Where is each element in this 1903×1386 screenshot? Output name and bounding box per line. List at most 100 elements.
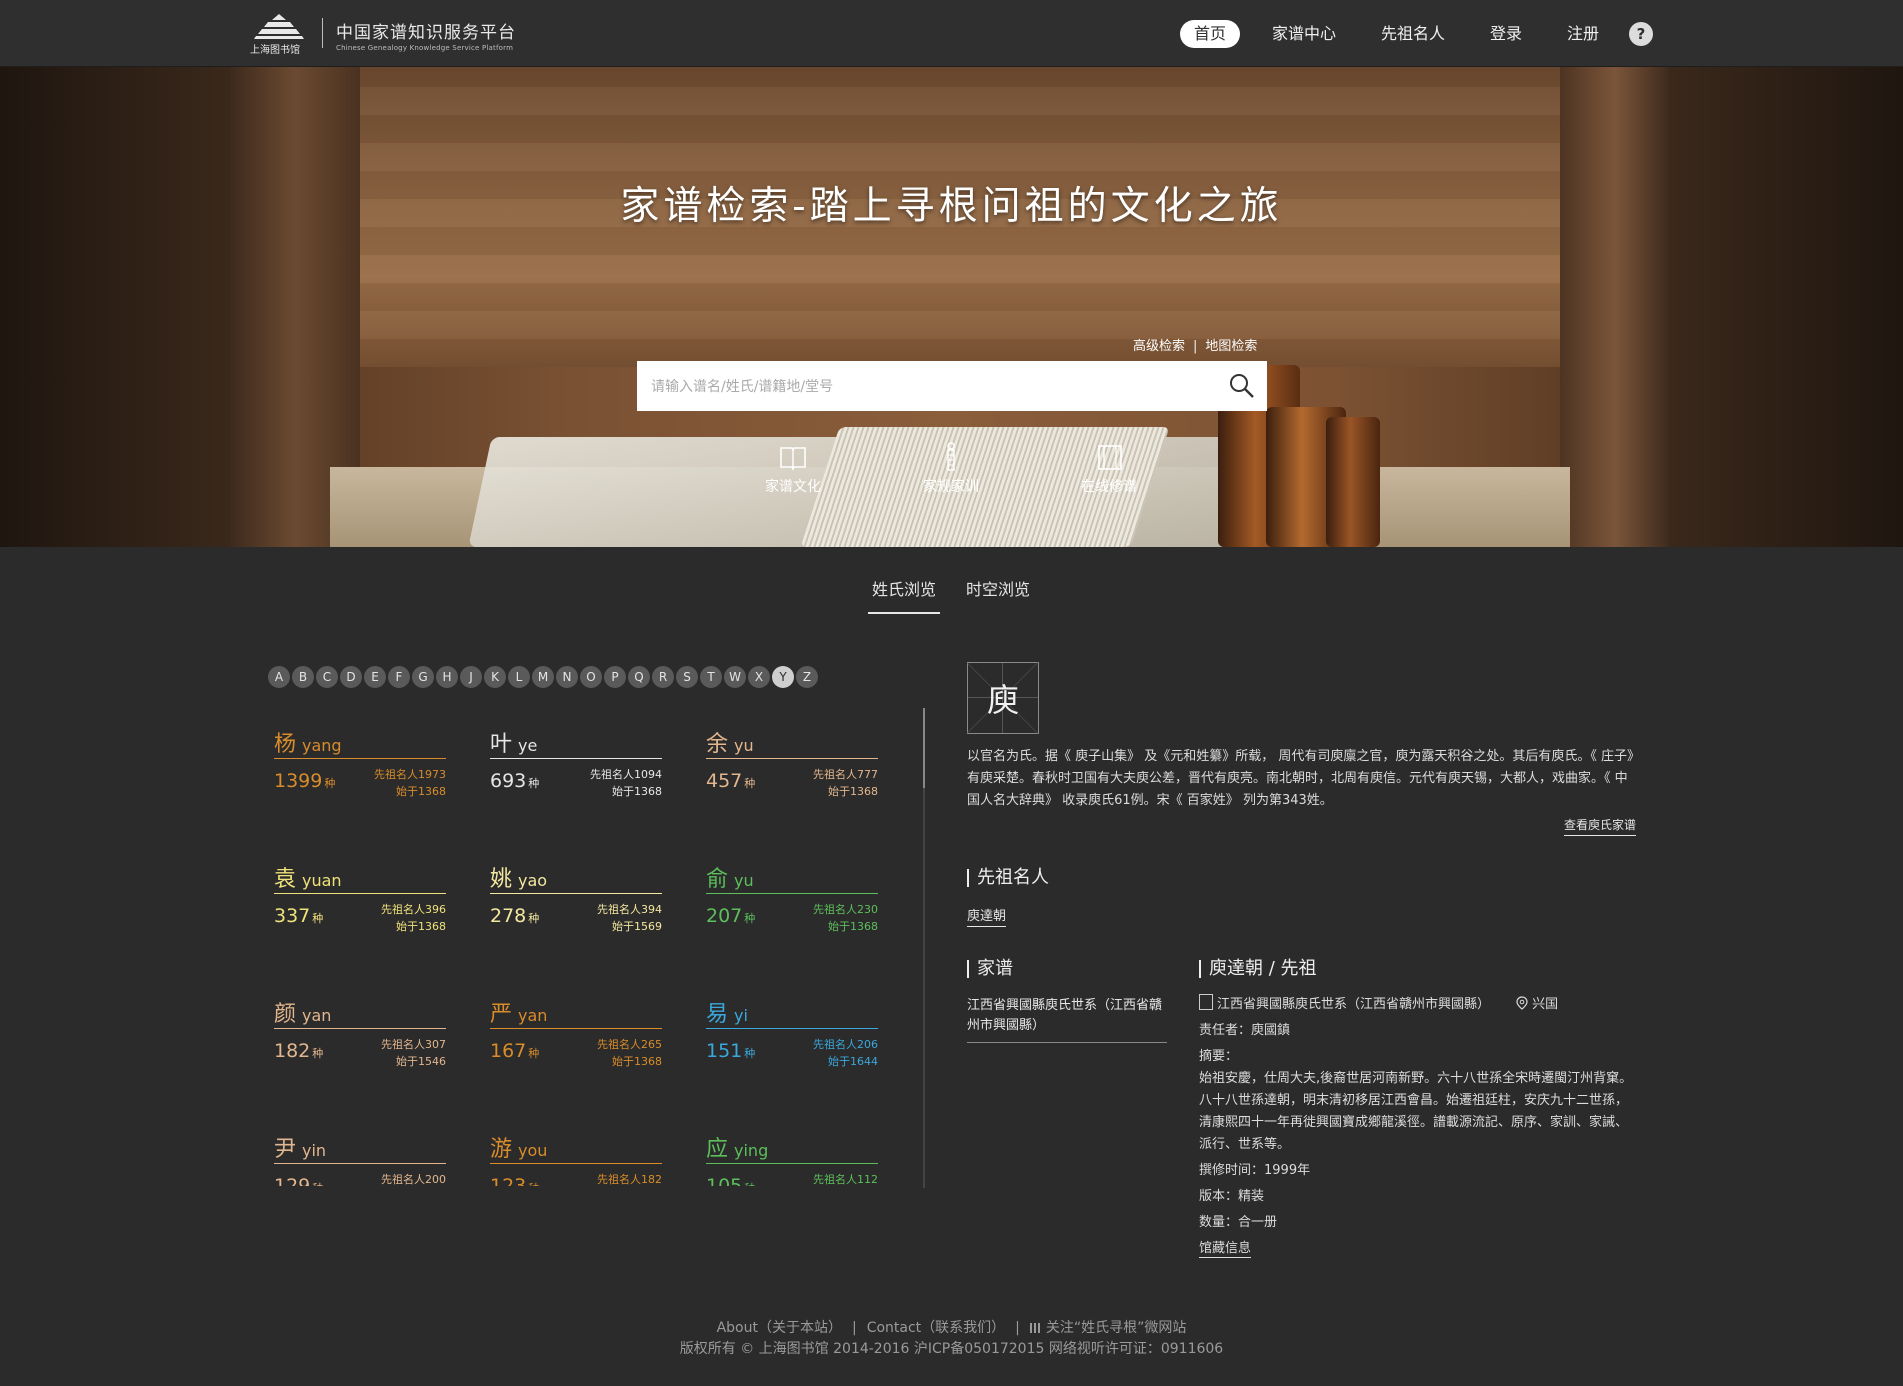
letter-filter-e[interactable]: E (364, 666, 386, 688)
letter-filter-j[interactable]: J (460, 666, 482, 688)
letter-filter-n[interactable]: N (556, 666, 578, 688)
count-unit: 种 (744, 1182, 755, 1186)
surname-pinyin: yi (734, 1006, 748, 1025)
celebrity-count: 先祖名人777 (813, 768, 878, 781)
letter-filter-t[interactable]: T (700, 666, 722, 688)
since-year: 始于1368 (828, 785, 878, 798)
surname-card[interactable]: 袁 yuan 337 种 先祖名人396 始于1368 (268, 841, 446, 951)
letter-filter-y[interactable]: Y (772, 666, 794, 688)
letter-filter-s[interactable]: S (676, 666, 698, 688)
tab-surname-browse[interactable]: 姓氏浏览 (868, 576, 941, 614)
surname-count: 167 种 (490, 1040, 539, 1062)
nav-home[interactable]: 首页 (1180, 20, 1241, 48)
footer-separator: | (1015, 1320, 1020, 1336)
quick-link-label: 在线修谱 (1081, 479, 1137, 495)
quick-link-family-rules[interactable]: 家规家训 (901, 442, 1001, 496)
surname-meta: 先祖名人182 (597, 1171, 662, 1186)
nav-ancestors[interactable]: 先祖名人 (1381, 20, 1445, 48)
surname-pinyin: you (518, 1141, 548, 1160)
search-input[interactable] (649, 361, 1213, 413)
surname-card[interactable]: 严 yan 167 种 先祖名人265 始于1368 (484, 976, 662, 1086)
footer-contact-link[interactable]: Contact（联系我们） (867, 1320, 1005, 1336)
surname-card[interactable]: 俞 yu 207 种 先祖名人230 始于1368 (700, 841, 878, 951)
footer-about-link[interactable]: About（关于本站） (717, 1320, 842, 1336)
hero-bg-left (0, 67, 230, 547)
letter-filter-l[interactable]: L (508, 666, 530, 688)
count-value: 167 (490, 1040, 527, 1062)
card-divider (274, 1028, 446, 1029)
surname-card[interactable]: 颜 yan 182 种 先祖名人307 始于1546 (268, 976, 446, 1086)
svg-text:上海图书馆: 上海图书馆 (250, 43, 300, 56)
surname-card[interactable]: 余 yu 457 种 先祖名人777 始于1368 (700, 706, 878, 816)
quick-link-culture[interactable]: 家谱文化 (743, 442, 843, 496)
surname-char: 易 (706, 1002, 729, 1027)
letter-filter-c[interactable]: C (316, 666, 338, 688)
letter-filter-g[interactable]: G (412, 666, 434, 688)
letter-filter-h[interactable]: H (436, 666, 458, 688)
letter-filter-q[interactable]: Q (628, 666, 650, 688)
surname-card[interactable]: 应 ying 105种 先祖名人112 (700, 1111, 878, 1186)
count-unit: 种 (744, 1047, 756, 1060)
surname-card[interactable]: 游 you 123种 先祖名人182 (484, 1111, 662, 1186)
tab-spacetime-browse[interactable]: 时空浏览 (966, 576, 1030, 612)
advanced-search-link[interactable]: 高级检索 (1133, 339, 1185, 354)
since-year: 始于1368 (396, 920, 446, 933)
letter-filter-x[interactable]: X (748, 666, 770, 688)
map-search-link[interactable]: 地图检索 (1205, 339, 1257, 354)
section-title-ancestors: 先祖名人 (967, 869, 1049, 887)
surname-card[interactable]: 叶 ye 693 种 先祖名人1094 始于1368 (484, 706, 662, 816)
surname-pinyin: yan (518, 1006, 548, 1025)
letter-filter-z[interactable]: Z (796, 666, 818, 688)
letter-filter-d[interactable]: D (340, 666, 362, 688)
letter-filter-k[interactable]: K (484, 666, 506, 688)
link-separator: | (1193, 339, 1198, 354)
scrollbar-thumb[interactable] (923, 708, 925, 788)
count-value: 151 (706, 1040, 743, 1062)
surname-char: 尹 (274, 1137, 297, 1162)
letter-filter-b[interactable]: B (292, 666, 314, 688)
genealogy-list-item[interactable]: 江西省興國縣庾氏世系（江西省贛州市興國縣） (967, 996, 1167, 1043)
nav-login[interactable]: 登录 (1490, 20, 1522, 48)
ancestor-link[interactable]: 庾達朝 (967, 905, 1007, 927)
surname-count: 123种 (490, 1175, 539, 1186)
card-divider (490, 893, 662, 894)
view-surname-genealogy-link[interactable]: 查看庾氏家谱 (1564, 816, 1637, 836)
count-unit: 种 (312, 1047, 324, 1060)
letter-filter-a[interactable]: A (268, 666, 290, 688)
detail-editor: 责任者：庾國鎮 (1199, 1023, 1291, 1038)
surname-card[interactable]: 杨 yang 1399 种 先祖名人1973 始于1368 (268, 706, 446, 816)
celebrity-count: 先祖名人182 (597, 1173, 662, 1186)
site-logo[interactable]: 上海图书馆 中国家谱知识服务平台 Chinese Genealogy Knowl… (248, 10, 528, 56)
footer-follow-link[interactable]: 关注“姓氏寻根”微网站 (1046, 1320, 1187, 1336)
celebrity-count: 先祖名人112 (813, 1173, 878, 1186)
search-icon[interactable] (1227, 371, 1257, 401)
browse-tabs: 姓氏浏览 时空浏览 (0, 576, 1903, 616)
letter-filter-r[interactable]: R (652, 666, 674, 688)
letter-filter-m[interactable]: M (532, 666, 554, 688)
surname-grid-scrollbar[interactable] (923, 708, 925, 1188)
nav-register[interactable]: 注册 (1567, 20, 1599, 48)
holdings-link[interactable]: 馆藏信息 (1199, 1241, 1252, 1258)
top-navbar: 上海图书馆 中国家谱知识服务平台 Chinese Genealogy Knowl… (0, 0, 1903, 67)
surname-count: 105种 (706, 1175, 755, 1186)
letter-filter-p[interactable]: P (604, 666, 626, 688)
surname-glyph: 庾 (986, 681, 1019, 719)
surname-card[interactable]: 易 yi 151 种 先祖名人206 始于1644 (700, 976, 878, 1086)
surname-name: 姚 yao (490, 861, 547, 893)
footer-links: About（关于本站） | Contact（联系我们） | 关注“姓氏寻根”微网站 (0, 1318, 1903, 1339)
letter-filter-w[interactable]: W (724, 666, 746, 688)
nav-genealogy-center[interactable]: 家谱中心 (1272, 20, 1336, 48)
help-icon[interactable]: ? (1629, 22, 1653, 46)
surname-name: 俞 yu (706, 861, 754, 893)
surname-count: 151 种 (706, 1040, 755, 1062)
letter-filter-o[interactable]: O (580, 666, 602, 688)
celebrity-count: 先祖名人265 (597, 1038, 662, 1051)
surname-card[interactable]: 姚 yao 278 种 先祖名人394 始于1569 (484, 841, 662, 951)
surname-card[interactable]: 尹 yin 129种 先祖名人200 (268, 1111, 446, 1186)
celebrity-count: 先祖名人1094 (590, 768, 662, 781)
book-title[interactable]: 江西省興國縣庾氏世系（江西省贛州市興國縣） (1217, 997, 1490, 1012)
surname-char: 袁 (274, 867, 297, 892)
celebrity-count: 先祖名人200 (381, 1173, 446, 1186)
quick-link-online-compile[interactable]: 在线修谱 (1059, 442, 1159, 496)
letter-filter-f[interactable]: F (388, 666, 410, 688)
